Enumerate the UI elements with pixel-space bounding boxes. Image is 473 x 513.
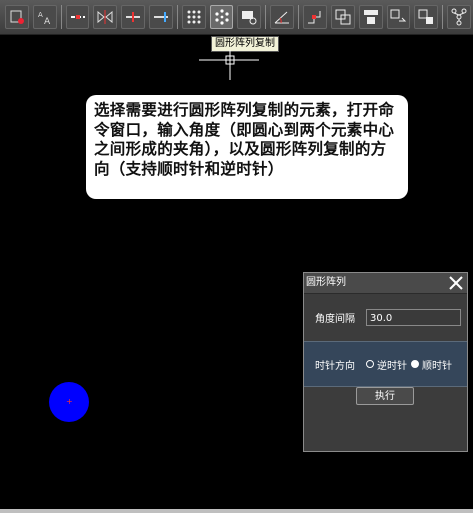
- toolbar-separator: [442, 5, 444, 29]
- close-icon[interactable]: [447, 274, 465, 292]
- toolbar-separator: [60, 5, 62, 29]
- text-size-icon[interactable]: AA: [32, 5, 57, 29]
- table-icon[interactable]: [358, 5, 383, 29]
- record-icon[interactable]: [5, 5, 29, 29]
- execute-button[interactable]: 执行: [356, 387, 414, 405]
- overlap-icon[interactable]: [330, 5, 355, 29]
- angle-row: 角度间隔 30.0: [304, 297, 467, 337]
- svg-text:A: A: [38, 11, 43, 19]
- direction-row: 时针方向 逆时针 顺时针: [304, 341, 467, 387]
- cw-label: 顺时针: [422, 360, 452, 372]
- stamp-icon[interactable]: [237, 5, 262, 29]
- circular-array-icon[interactable]: [209, 5, 234, 29]
- status-strip: [0, 509, 473, 513]
- instruction-callout: 选择需要进行圆形阵列复制的元素，打开命令窗口，输入角度（即圆心到两个元素中心之间…: [86, 95, 408, 199]
- center-mark: +: [66, 397, 73, 406]
- angle-input[interactable]: 30.0: [366, 308, 461, 326]
- toolbar-separator: [298, 5, 300, 29]
- angle-icon[interactable]: [270, 5, 295, 29]
- step-icon[interactable]: [303, 5, 327, 29]
- mirror-icon[interactable]: [93, 5, 118, 29]
- dialog-title-bar: 圆形阵列: [304, 273, 467, 294]
- blue-circle-element[interactable]: +: [49, 382, 89, 422]
- toolbar: AA: [0, 0, 473, 35]
- dialog-title: 圆形阵列: [306, 277, 346, 288]
- svg-text:A: A: [44, 17, 51, 26]
- direction-label: 时针方向: [315, 360, 355, 372]
- ccw-radio-dot: [366, 360, 374, 368]
- cw-radio[interactable]: 顺时针: [411, 357, 452, 372]
- dash-line-icon[interactable]: [65, 5, 90, 29]
- toolbar-separator: [176, 5, 178, 29]
- cw-radio-dot: [411, 360, 419, 368]
- rect-array-icon[interactable]: [181, 5, 206, 29]
- tree-icon[interactable]: [447, 5, 471, 29]
- circular-array-dialog: 圆形阵列 角度间隔 30.0 时针方向 逆时针 顺时针 执行: [303, 272, 468, 452]
- crosshair-cursor-icon: [199, 50, 259, 80]
- ccw-radio[interactable]: 逆时针: [366, 357, 407, 372]
- align-right-icon[interactable]: [149, 5, 173, 29]
- toolbar-separator: [265, 5, 267, 29]
- rotate-copy-icon[interactable]: [386, 5, 411, 29]
- align-left-icon[interactable]: [121, 5, 146, 29]
- ccw-label: 逆时针: [377, 360, 407, 372]
- angle-label: 角度间隔: [315, 313, 355, 325]
- move-icon[interactable]: [414, 5, 439, 29]
